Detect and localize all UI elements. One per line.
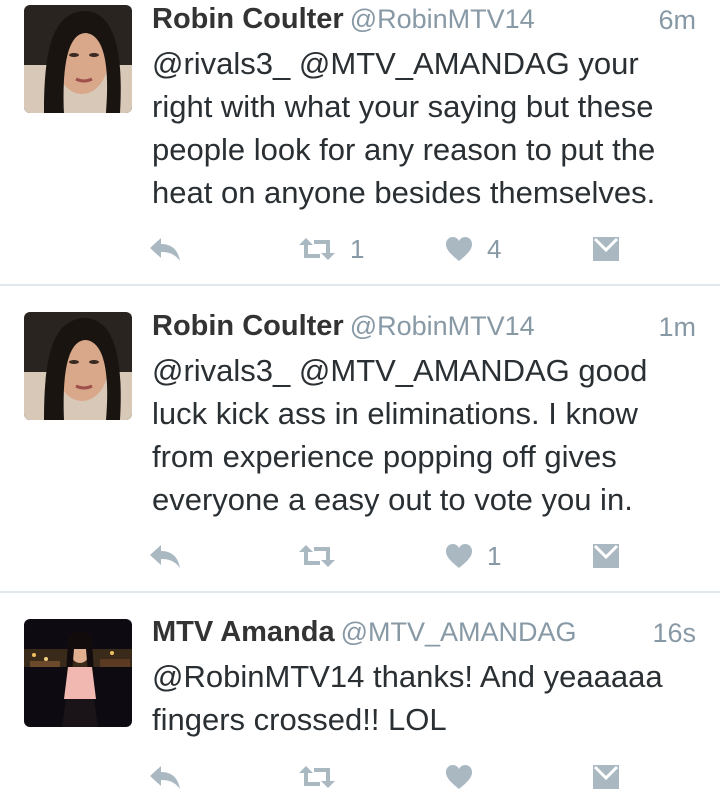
reply-button[interactable] — [148, 757, 182, 797]
retweet-icon — [299, 545, 335, 567]
display-name[interactable]: MTV Amanda — [152, 616, 335, 648]
heart-icon — [446, 237, 472, 261]
timestamp[interactable]: 1m — [658, 312, 696, 343]
tweet[interactable]: Robin Coulter @RobinMTV14 6m @rivals3_ @M… — [0, 0, 720, 285]
tweet-text-line: @rivals3_ @MTV_AMANDAG your — [152, 46, 639, 81]
retweet-button[interactable]: 1 — [298, 229, 364, 269]
tweet-text: @RobinMTV14 thanks! And yeaaaaa fingers … — [152, 655, 696, 741]
tweet-text-line: @rivals3_ @MTV_AMANDAG good — [152, 353, 648, 388]
like-count: 4 — [487, 233, 502, 264]
tweet-text-line: @RobinMTV14 thanks! And yeaaaaa — [152, 659, 663, 694]
timestamp[interactable]: 16s — [652, 618, 696, 649]
like-button[interactable]: 1 — [445, 536, 501, 576]
tweet-header: MTV Amanda @MTV_AMANDAG 16s — [152, 616, 696, 656]
direct-message-button[interactable] — [592, 536, 620, 576]
tweet-text-line: people look for any reason to put the — [152, 132, 656, 167]
reply-button[interactable] — [148, 536, 182, 576]
tweet-text: @rivals3_ @MTV_AMANDAG good luck kick as… — [152, 349, 696, 521]
display-name[interactable]: Robin Coulter — [152, 3, 344, 35]
retweet-button[interactable] — [298, 536, 350, 576]
tweet-text-line: everyone a easy out to vote you in. — [152, 482, 633, 517]
username[interactable]: @RobinMTV14 — [350, 4, 535, 34]
profile-photo-icon — [24, 619, 132, 727]
tweet-actions: 1 4 — [148, 229, 628, 269]
retweet-icon — [299, 238, 335, 260]
tweet-header: Robin Coulter @RobinMTV14 1m — [152, 310, 696, 350]
display-name[interactable]: Robin Coulter — [152, 310, 344, 342]
tweet-text-line: heat on anyone besides themselves. — [152, 175, 656, 210]
tweet-actions — [148, 757, 628, 797]
tweet-actions: 1 — [148, 536, 628, 576]
profile-photo-icon — [24, 312, 132, 420]
like-button[interactable] — [445, 757, 487, 797]
heart-icon — [446, 765, 472, 789]
envelope-icon — [593, 237, 619, 261]
tweet[interactable]: MTV Amanda @MTV_AMANDAG 16s @RobinMTV14 t… — [0, 593, 720, 811]
reply-icon — [150, 766, 180, 789]
retweet-count: 1 — [350, 233, 365, 264]
tweet[interactable]: Robin Coulter @RobinMTV14 1m @rivals3_ @M… — [0, 286, 720, 591]
username[interactable]: @MTV_AMANDAG — [341, 617, 577, 647]
direct-message-button[interactable] — [592, 757, 620, 797]
retweet-icon — [299, 766, 335, 788]
like-button[interactable]: 4 — [445, 229, 501, 269]
avatar[interactable] — [24, 619, 132, 727]
heart-icon — [446, 544, 472, 568]
avatar[interactable] — [24, 5, 132, 113]
timestamp[interactable]: 6m — [658, 5, 696, 36]
tweet-header: Robin Coulter @RobinMTV14 6m — [152, 3, 696, 43]
like-count: 1 — [487, 540, 502, 571]
avatar[interactable] — [24, 312, 132, 420]
direct-message-button[interactable] — [592, 229, 620, 269]
envelope-icon — [593, 544, 619, 568]
reply-icon — [150, 545, 180, 568]
username[interactable]: @RobinMTV14 — [350, 311, 535, 341]
tweet-text-line: luck kick ass in eliminations. I know — [152, 396, 638, 431]
profile-photo-icon — [24, 5, 132, 113]
reply-button[interactable] — [148, 229, 182, 269]
tweet-text-line: right with what your saying but these — [152, 89, 654, 124]
tweet-text-line: from experience popping off gives — [152, 439, 617, 474]
envelope-icon — [593, 765, 619, 789]
tweet-text-line: fingers crossed!! LOL — [152, 702, 447, 737]
tweet-text: @rivals3_ @MTV_AMANDAG your right with w… — [152, 42, 696, 214]
reply-icon — [150, 238, 180, 261]
retweet-button[interactable] — [298, 757, 350, 797]
